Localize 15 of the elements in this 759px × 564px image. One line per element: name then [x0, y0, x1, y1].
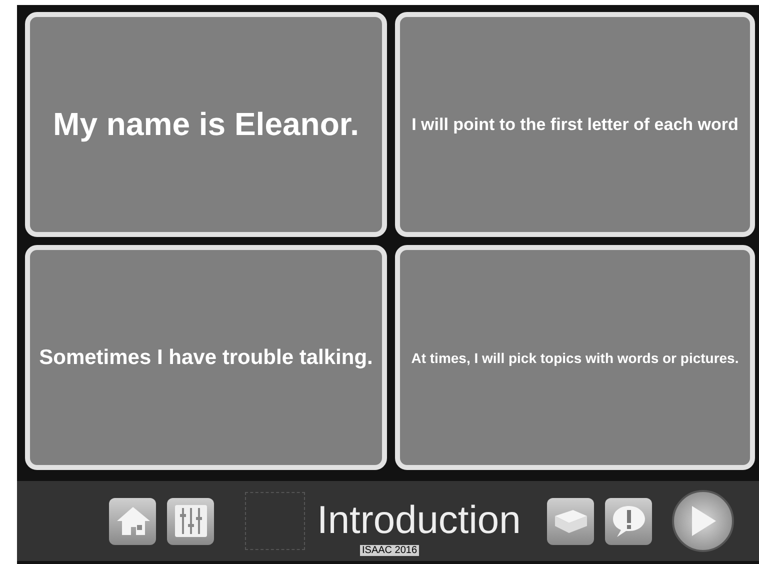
page-title: Introduction [317, 499, 522, 543]
tile-text: At times, I will pick topics with words or pictures. [411, 350, 739, 366]
phrase-tile[interactable]: I will point to the first letter of each word [395, 12, 755, 237]
phrase-tile[interactable]: My name is Eleanor. [25, 12, 387, 237]
phrase-tile[interactable]: Sometimes I have trouble talking. [25, 245, 387, 470]
tile-text: My name is Eleanor. [53, 106, 359, 143]
tile-text: I will point to the first letter of each word [412, 114, 738, 134]
empty-symbol-slot [245, 492, 305, 550]
book-icon[interactable] [547, 498, 594, 544]
alert-speech-icon[interactable] [605, 498, 652, 544]
home-icon[interactable] [109, 498, 156, 544]
phrase-tile[interactable]: At times, I will pick topics with words or pictures. [395, 245, 755, 470]
tile-text: Sometimes I have trouble talking. [39, 346, 373, 370]
settings-icon[interactable] [167, 498, 214, 544]
caption-text: ISAAC 2016 [360, 545, 420, 556]
